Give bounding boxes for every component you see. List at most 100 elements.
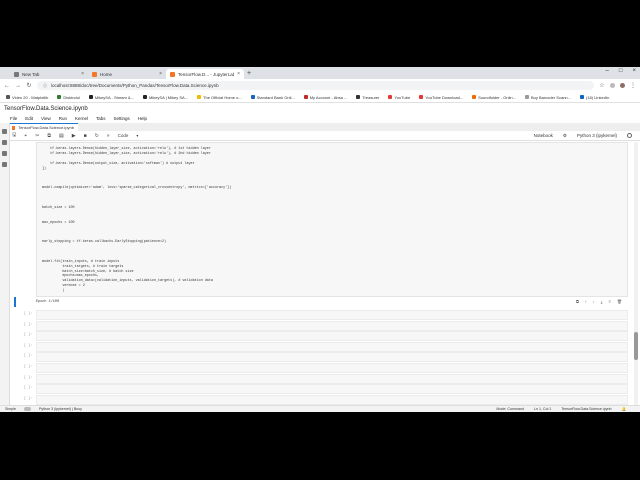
notebook-tab-bar: TensorFlow.Data.Science.ipynb bbox=[0, 123, 640, 131]
bookmark-item[interactable]: MikeySA | Mikey SA... bbox=[142, 95, 188, 100]
window-controls: – □ × bbox=[606, 68, 636, 74]
browser-tab-home[interactable]: Home × bbox=[88, 69, 166, 79]
empty-code-cell[interactable] bbox=[36, 341, 628, 352]
back-icon[interactable]: ← bbox=[4, 83, 10, 89]
fast-forward-icon[interactable]: » bbox=[107, 133, 110, 139]
bookmark-favicon-icon bbox=[303, 95, 308, 99]
menu-item-tabs[interactable]: Tabs bbox=[96, 116, 106, 121]
extension-puzzle-icon[interactable] bbox=[2, 162, 7, 167]
code-line: tf.keras.layers.Dense(output_size, activ… bbox=[42, 161, 195, 166]
bookmark-item[interactable]: Video 20 - Matplotlib bbox=[6, 95, 48, 100]
delete-cell-icon[interactable]: 🗑 bbox=[617, 299, 622, 304]
bookmark-favicon-icon bbox=[88, 95, 93, 99]
bookmark-item[interactable]: MikeySA - Stream &... bbox=[88, 95, 134, 100]
kernel-status-text[interactable]: Python 3 (ipykernel) | Busy bbox=[39, 407, 82, 411]
scrollbar-thumb[interactable] bbox=[634, 332, 638, 360]
new-tab-button[interactable]: + bbox=[247, 70, 251, 77]
toggle-switch-icon[interactable] bbox=[24, 407, 31, 411]
paste-icon[interactable]: ▤ bbox=[59, 133, 64, 139]
menu-item-file[interactable]: File bbox=[10, 116, 17, 121]
close-icon[interactable]: × bbox=[81, 71, 84, 77]
chevron-down-icon[interactable]: ▾ bbox=[136, 133, 138, 138]
empty-code-cell[interactable] bbox=[36, 384, 628, 395]
menu-item-run[interactable]: Run bbox=[59, 116, 67, 121]
browser-window: New Tab × Home × TensorFlow.D... - Jupyt… bbox=[0, 67, 640, 412]
table-of-contents-icon[interactable] bbox=[2, 151, 7, 156]
kernel-name[interactable]: Python 3 (ipykernel) bbox=[577, 133, 617, 138]
bookmark-item[interactable]: YouTube Download... bbox=[419, 95, 463, 100]
menu-item-settings[interactable]: Settings bbox=[114, 116, 130, 121]
menu-kebab-icon[interactable]: ⋮ bbox=[630, 82, 636, 89]
status-bar-right: Mode: Command Ln 1, Col 1 TensorFlow.Dat… bbox=[496, 407, 626, 411]
duplicate-cell-icon[interactable]: ⧉ bbox=[576, 299, 579, 304]
empty-code-cell[interactable] bbox=[36, 310, 628, 320]
minimize-icon[interactable]: – bbox=[606, 68, 609, 74]
cell-prompt: [ ]: bbox=[24, 386, 33, 391]
notebook-label[interactable]: Notebook bbox=[534, 133, 553, 138]
move-down-icon[interactable]: ↓ bbox=[593, 299, 595, 304]
restart-icon[interactable]: ↻ bbox=[95, 133, 99, 139]
reload-icon[interactable]: ↻ bbox=[26, 82, 32, 89]
cell-prompt: [ ]: bbox=[24, 322, 33, 327]
browser-tab-new-tab[interactable]: New Tab × bbox=[10, 69, 88, 79]
add-cell-icon[interactable]: + bbox=[24, 133, 27, 139]
browser-tab-strip: New Tab × Home × TensorFlow.D... - Jupyt… bbox=[0, 67, 640, 79]
bookmark-item[interactable]: (18) LinkedIn bbox=[579, 95, 609, 100]
menu-item-view[interactable]: View bbox=[41, 116, 51, 121]
move-up-icon[interactable]: ↑ bbox=[585, 299, 587, 304]
bookmark-label: Soundfolder - Onlin... bbox=[478, 94, 516, 100]
bookmark-item[interactable]: My Account - Absa ... bbox=[303, 95, 347, 100]
cursor-position-text[interactable]: Ln 1, Col 1 bbox=[534, 407, 551, 411]
cut-icon[interactable]: ✂ bbox=[35, 133, 39, 139]
address-input[interactable]: ⓘ localhost:8888/doc/tree/Documents/Pyth… bbox=[37, 81, 594, 90]
format-icon[interactable]: ≡ bbox=[609, 299, 611, 304]
running-icon[interactable] bbox=[2, 140, 7, 145]
empty-code-cell[interactable] bbox=[36, 320, 628, 331]
menu-item-edit[interactable]: Edit bbox=[25, 116, 33, 121]
code-line: tf.keras.layers.Dense(hidden_layer_size,… bbox=[42, 151, 211, 156]
insert-below-icon[interactable]: ⤓ bbox=[601, 299, 603, 304]
close-window-icon[interactable]: × bbox=[632, 68, 636, 74]
star-icon[interactable]: ☆ bbox=[599, 82, 605, 89]
bookmark-item[interactable]: Disbindol bbox=[57, 95, 80, 100]
run-icon[interactable]: ▶ bbox=[72, 133, 76, 139]
empty-code-cell[interactable] bbox=[36, 331, 628, 342]
stop-icon[interactable]: ■ bbox=[84, 133, 87, 139]
bookmark-item[interactable]: Treasurer bbox=[356, 95, 379, 100]
empty-code-cell[interactable] bbox=[36, 363, 628, 373]
empty-code-cell[interactable] bbox=[36, 394, 628, 405]
simple-mode-toggle[interactable]: Simple bbox=[5, 407, 16, 411]
bookmark-item[interactable]: Standard Bank Onli... bbox=[250, 95, 295, 100]
output-cell[interactable]: Epoch 1/100 ⧉ ↑ ↓ ⤓ ≡ 🗑 bbox=[10, 297, 630, 307]
tab-label: TensorFlow.D... - JupyterLab bbox=[178, 71, 235, 77]
profile-avatar[interactable] bbox=[620, 83, 625, 88]
bug-icon[interactable]: ⚙ bbox=[563, 133, 567, 139]
cell-type-select[interactable]: Code bbox=[118, 133, 129, 138]
notebook-tab[interactable]: TensorFlow.Data.Science.ipynb bbox=[8, 123, 78, 131]
maximize-icon[interactable]: □ bbox=[619, 68, 623, 74]
close-icon[interactable]: × bbox=[237, 71, 240, 77]
tab-favicon-icon bbox=[170, 71, 175, 77]
notification-icon[interactable]: 🔔 bbox=[622, 407, 626, 411]
notebook-scrollbar[interactable] bbox=[634, 142, 638, 405]
extension-icon[interactable] bbox=[610, 83, 615, 88]
empty-code-cell[interactable] bbox=[36, 373, 628, 384]
code-line: batch_size=batch_size, # batch size bbox=[42, 269, 134, 274]
bookmark-item[interactable]: YouTube bbox=[388, 95, 410, 100]
close-icon[interactable]: × bbox=[159, 71, 162, 77]
save-icon[interactable]: 🖫 bbox=[12, 132, 16, 140]
empty-code-cell[interactable] bbox=[36, 352, 628, 363]
bookmark-item[interactable]: Soundfolder - Onlin... bbox=[472, 95, 516, 100]
menu-item-help[interactable]: Help bbox=[138, 116, 147, 121]
site-info-icon[interactable]: ⓘ bbox=[43, 83, 47, 89]
bookmark-item[interactable]: Buy Barcoder Scann... bbox=[524, 95, 571, 100]
bookmark-item[interactable]: The Official Home o... bbox=[197, 95, 242, 100]
folder-icon[interactable] bbox=[2, 129, 7, 134]
forward-icon[interactable]: → bbox=[15, 83, 21, 89]
code-line: verbose = 2 bbox=[42, 284, 85, 289]
code-cell-editor[interactable]: tf.keras.layers.Dense(hidden_layer_size,… bbox=[36, 142, 628, 297]
bookmark-label: YouTube bbox=[394, 94, 411, 100]
browser-tab-jupyterlab[interactable]: TensorFlow.D... - JupyterLab × bbox=[166, 69, 244, 79]
menu-item-kernel[interactable]: Kernel bbox=[75, 116, 88, 121]
copy-icon[interactable]: ⧉ bbox=[47, 133, 51, 139]
